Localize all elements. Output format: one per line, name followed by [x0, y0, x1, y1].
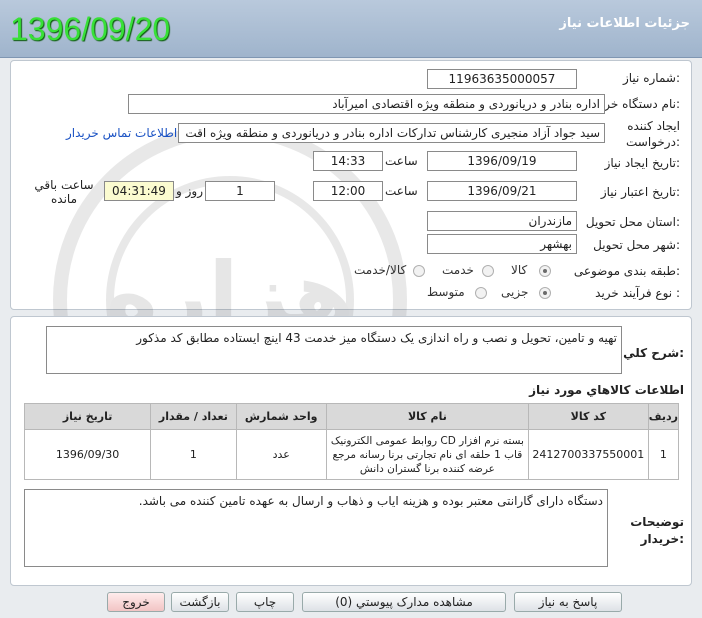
col-qty: تعداد / مقدار — [150, 403, 237, 430]
view-attachments-button[interactable]: مشاهده مدارک پيوستي (0) — [302, 592, 506, 612]
category-option-goods-service: كالا/خدمت — [354, 263, 407, 277]
description-field[interactable]: تهیه و تامین، تحویل و نصب و راه اندازی ی… — [46, 326, 622, 374]
buyer-notes-label-2: خريدار: — [640, 532, 684, 546]
page-header: 1396/09/20 جزئيات اطلاعات نياز — [0, 0, 702, 58]
province-label: استان محل تحويل: — [585, 215, 680, 229]
category-label: طبقه بندی موضوعی: — [573, 264, 680, 278]
items-table: رديف كد كالا نام كالا واحد شمارش تعداد /… — [23, 403, 680, 480]
requester-field[interactable]: سید جواد آزاد منجیری کارشناس تدارکات ادا… — [178, 123, 605, 143]
process-label: نوع فرآيند خريد : — [595, 286, 680, 300]
cell-unit: عدد — [235, 429, 327, 480]
remaining-days-field[interactable]: 1 — [205, 181, 275, 201]
validity-time-field[interactable]: 12:00 — [313, 181, 383, 201]
validity-time-label: ساعت — [385, 184, 418, 198]
cell-code: 2412700337550001 — [527, 429, 649, 480]
created-date-field[interactable]: 1396/09/19 — [427, 151, 577, 171]
process-radio-minor[interactable] — [539, 287, 551, 299]
cell-name: بسته نرم افزار CD روابط عمومی الکترونیک … — [325, 429, 529, 480]
remaining-time-field: 04:31:49 — [104, 181, 174, 201]
col-date: تاريخ نياز — [23, 403, 152, 430]
cell-row: 1 — [647, 429, 680, 480]
validity-date-field[interactable]: 1396/09/21 — [427, 181, 577, 201]
buyer-notes-label-1: توضيحات — [630, 515, 684, 529]
category-option-service: خدمت — [442, 263, 474, 277]
table-row: 1 2412700337550001 بسته نرم افزار CD روا… — [23, 429, 680, 480]
category-radio-service[interactable] — [482, 265, 494, 277]
need-number-label: شماره نياز: — [622, 71, 680, 85]
cell-qty: 1 — [150, 429, 237, 480]
buyer-contact-link[interactable]: اطلاعات تماس خريدار — [66, 126, 177, 140]
need-number-field[interactable]: 11963635000057 — [427, 69, 577, 89]
province-field[interactable]: مازندران — [427, 211, 577, 231]
requester-label-2: درخواست: — [626, 135, 680, 149]
col-code: كد كالا — [527, 403, 649, 430]
items-section-title: اطلاعات كالاهاي مورد نياز — [529, 383, 684, 397]
created-time-label: ساعت — [385, 154, 418, 168]
process-option-minor: جزیی — [501, 285, 529, 299]
process-option-medium: متوسط — [427, 285, 465, 299]
category-option-goods: كالا — [511, 263, 528, 277]
created-time-field[interactable]: 14:33 — [313, 151, 383, 171]
city-label: شهر محل تحويل: — [593, 238, 680, 252]
validity-date-label: تاريخ اعتبار نياز: — [600, 185, 680, 199]
col-name: نام كالا — [325, 403, 529, 430]
col-row: رديف — [647, 403, 680, 430]
buyer-notes-field[interactable]: دستگاه دارای گارانتی معتبر بوده و هزینه … — [24, 489, 608, 567]
exit-button[interactable]: خروج — [107, 592, 165, 612]
remaining-time-label: ساعت باقي مانده — [34, 178, 94, 206]
col-unit: واحد شمارش — [235, 403, 327, 430]
page-title: جزئيات اطلاعات نياز — [559, 16, 690, 31]
back-button[interactable]: بازگشت — [171, 592, 229, 612]
cell-date: 1396/09/30 — [23, 429, 152, 480]
requester-label-1: ايجاد كننده — [627, 119, 680, 133]
city-field[interactable]: بهشهر — [427, 234, 577, 254]
process-radio-medium[interactable] — [475, 287, 487, 299]
print-button[interactable]: چاپ — [236, 592, 294, 612]
category-radio-goods-service[interactable] — [413, 265, 425, 277]
category-radio-goods[interactable] — [539, 265, 551, 277]
created-date-label: تاريخ ايجاد نياز: — [604, 156, 680, 170]
reply-button[interactable]: پاسخ به نياز — [514, 592, 622, 612]
buyer-org-field[interactable]: اداره بنادر و دریانوردی و منطقه ویژه اقت… — [128, 94, 605, 114]
items-table-header: رديف كد كالا نام كالا واحد شمارش تعداد /… — [23, 403, 680, 430]
header-date: 1396/09/20 — [10, 11, 171, 47]
days-label: روز و — [176, 184, 203, 198]
